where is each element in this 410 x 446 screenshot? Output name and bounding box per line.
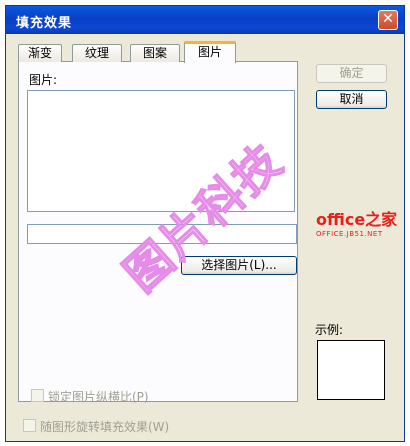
- dialog-title: 填充效果: [16, 16, 73, 31]
- office-watermark-logo: office之家 OFFICE.JB51.NET: [316, 206, 397, 238]
- tab-pattern[interactable]: 图案: [130, 44, 180, 62]
- lock-aspect-label: 锁定图片纵横比(P): [48, 390, 149, 404]
- tab-gradient[interactable]: 渐变: [18, 44, 62, 62]
- close-icon[interactable]: ✕: [378, 10, 398, 30]
- cancel-button[interactable]: 取消: [316, 90, 387, 109]
- rotate-with-shape-label: 随图形旋转填充效果(W): [40, 420, 170, 434]
- office-logo-text: office之家: [316, 210, 398, 229]
- ok-button[interactable]: 确定: [316, 64, 387, 83]
- sample-preview: [317, 340, 385, 400]
- sample-label: 示例:: [315, 323, 344, 337]
- rotate-with-shape-checkbox[interactable]: [23, 419, 36, 432]
- lock-aspect-checkbox[interactable]: [31, 389, 44, 402]
- picture-label: 图片:: [29, 73, 58, 87]
- tab-texture[interactable]: 纹理: [72, 44, 122, 62]
- office-logo-url: OFFICE.JB51.NET: [316, 230, 383, 238]
- title-bar[interactable]: 填充效果 ✕: [6, 6, 404, 34]
- tab-picture[interactable]: 图片: [184, 41, 236, 63]
